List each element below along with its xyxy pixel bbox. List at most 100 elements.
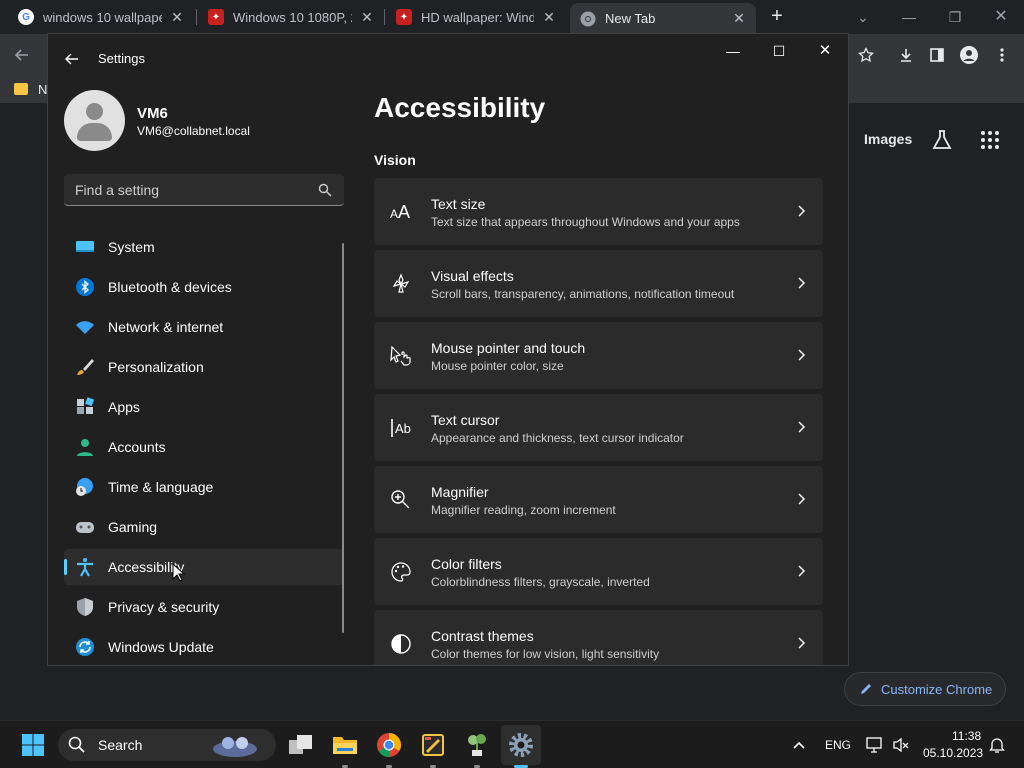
card-description: Mouse pointer color, size: [431, 359, 564, 373]
card-contrast-themes[interactable]: Contrast themes Color themes for low vis…: [374, 610, 823, 665]
app-title: Settings: [98, 51, 145, 66]
close-tab-icon[interactable]: ✕: [360, 9, 374, 26]
close-tab-icon[interactable]: ✕: [732, 10, 746, 27]
bookmark-star-icon[interactable]: [853, 42, 879, 68]
sidebar-nav: System Bluetooth & devices Network & int…: [64, 229, 344, 665]
close-icon[interactable]: ✕: [810, 40, 840, 62]
sidebar-item-privacy[interactable]: Privacy & security: [64, 589, 344, 625]
card-text-size[interactable]: AA Text size Text size that appears thro…: [374, 178, 823, 245]
chevron-right-icon: [795, 420, 807, 434]
restore-icon[interactable]: ❐: [943, 6, 967, 28]
tab-label: New Tab: [605, 11, 656, 26]
text-size-icon: AA: [390, 201, 412, 223]
card-color-filters[interactable]: Color filters Colorblindness filters, gr…: [374, 538, 823, 605]
chevron-right-icon: [795, 636, 807, 650]
browser-tab[interactable]: ✦ Windows 10 1080P, 2K ✕: [198, 3, 384, 31]
chevron-up-icon[interactable]: [784, 730, 814, 760]
shield-icon: [75, 597, 95, 617]
customize-chrome-label: Customize Chrome: [881, 681, 993, 697]
apps-grid-icon[interactable]: [978, 128, 1002, 152]
card-visual-effects[interactable]: Visual effects Scroll bars, transparency…: [374, 250, 823, 317]
brush-icon: [75, 357, 95, 377]
visual-effects-icon: [390, 273, 412, 295]
bluetooth-icon: [75, 277, 95, 297]
folder-icon[interactable]: [14, 83, 28, 95]
svg-text:Ab: Ab: [395, 421, 411, 436]
browser-tab[interactable]: G windows 10 wallpaper ✕: [8, 3, 194, 31]
back-arrow-icon[interactable]: [62, 49, 82, 69]
tab-divider: [196, 9, 197, 25]
close-tab-icon[interactable]: ✕: [542, 9, 556, 26]
back-icon[interactable]: [9, 42, 35, 68]
sidebar-item-apps[interactable]: Apps: [64, 389, 344, 425]
sidebar-item-accessibility[interactable]: Accessibility: [64, 549, 344, 585]
chrome-icon[interactable]: [374, 730, 404, 760]
tab-divider: [384, 9, 385, 25]
clock-time[interactable]: 11:38: [952, 729, 981, 743]
svg-text:A: A: [390, 207, 398, 221]
more-menu-icon[interactable]: [989, 42, 1015, 68]
customize-chrome-button[interactable]: Customize Chrome: [844, 672, 1006, 706]
search-icon[interactable]: [318, 183, 332, 197]
close-tab-icon[interactable]: ✕: [170, 9, 184, 26]
sidebar-item-label: Personalization: [108, 359, 204, 375]
card-description: Scroll bars, transparency, animations, n…: [431, 287, 735, 301]
page-title: Accessibility: [374, 92, 546, 123]
card-description: Color themes for low vision, light sensi…: [431, 647, 660, 661]
avatar[interactable]: [64, 90, 125, 151]
sidebar-item-system[interactable]: System: [64, 229, 344, 265]
bookmark-folder-label[interactable]: N: [38, 82, 47, 97]
search-icon: [68, 736, 85, 753]
settings-gear-icon[interactable]: [506, 730, 536, 760]
mouse-pointer-icon: [390, 345, 412, 367]
language-indicator[interactable]: ENG: [825, 738, 851, 752]
accounts-icon: [75, 437, 95, 457]
labs-flask-icon[interactable]: [930, 128, 954, 152]
palette-icon: [390, 561, 412, 583]
taskbar-search-box[interactable]: Search: [58, 729, 276, 761]
card-description: Text size that appears throughout Window…: [431, 215, 740, 229]
update-icon: [75, 637, 95, 657]
browser-tab-active[interactable]: New Tab ✕: [570, 3, 756, 34]
sidebar-item-time-language[interactable]: Time & language: [64, 469, 344, 505]
minimize-icon[interactable]: —: [718, 40, 748, 62]
sidebar-item-windows-update[interactable]: Windows Update: [64, 629, 344, 665]
taskbar-search-label: Search: [98, 737, 143, 753]
globe-clock-icon: [75, 477, 95, 497]
volume-muted-icon[interactable]: [886, 730, 916, 760]
paint-app-icon[interactable]: [418, 730, 448, 760]
sidebar-item-network[interactable]: Network & internet: [64, 309, 344, 345]
sidebar-item-accounts[interactable]: Accounts: [64, 429, 344, 465]
sidebar-scrollbar[interactable]: [342, 243, 344, 633]
side-panel-icon[interactable]: [924, 42, 950, 68]
card-title: Visual effects: [431, 268, 514, 284]
tab-search-chevron-icon[interactable]: ⌄: [851, 6, 875, 28]
plant-app-icon[interactable]: [462, 730, 492, 760]
download-icon[interactable]: [893, 42, 919, 68]
clock-date[interactable]: 05.10.2023: [923, 746, 983, 760]
minimize-icon[interactable]: —: [897, 6, 921, 28]
browser-tab[interactable]: ✦ HD wallpaper: Window ✕: [386, 3, 566, 31]
profile-icon[interactable]: [956, 42, 982, 68]
chrome-icon: [580, 11, 596, 27]
file-explorer-icon[interactable]: [330, 730, 360, 760]
start-windows-icon[interactable]: [18, 730, 48, 760]
svg-text:A: A: [398, 202, 410, 222]
maximize-icon[interactable]: ☐: [764, 40, 794, 62]
search-input[interactable]: [64, 174, 304, 205]
notification-bell-icon[interactable]: [982, 730, 1012, 760]
new-tab-button[interactable]: +: [766, 6, 788, 28]
sidebar-item-personalization[interactable]: Personalization: [64, 349, 344, 385]
card-mouse-pointer[interactable]: Mouse pointer and touch Mouse pointer co…: [374, 322, 823, 389]
sidebar-item-bluetooth[interactable]: Bluetooth & devices: [64, 269, 344, 305]
card-text-cursor[interactable]: Ab Text cursor Appearance and thickness,…: [374, 394, 823, 461]
find-setting-box[interactable]: [64, 174, 344, 206]
images-link[interactable]: Images: [864, 131, 912, 147]
card-description: Colorblindness filters, grayscale, inver…: [431, 575, 650, 589]
card-description: Magnifier reading, zoom increment: [431, 503, 616, 517]
system-icon: [75, 237, 95, 257]
task-view-icon[interactable]: [286, 730, 316, 760]
sidebar-item-gaming[interactable]: Gaming: [64, 509, 344, 545]
card-magnifier[interactable]: Magnifier Magnifier reading, zoom increm…: [374, 466, 823, 533]
close-window-icon[interactable]: ✕: [989, 6, 1013, 28]
